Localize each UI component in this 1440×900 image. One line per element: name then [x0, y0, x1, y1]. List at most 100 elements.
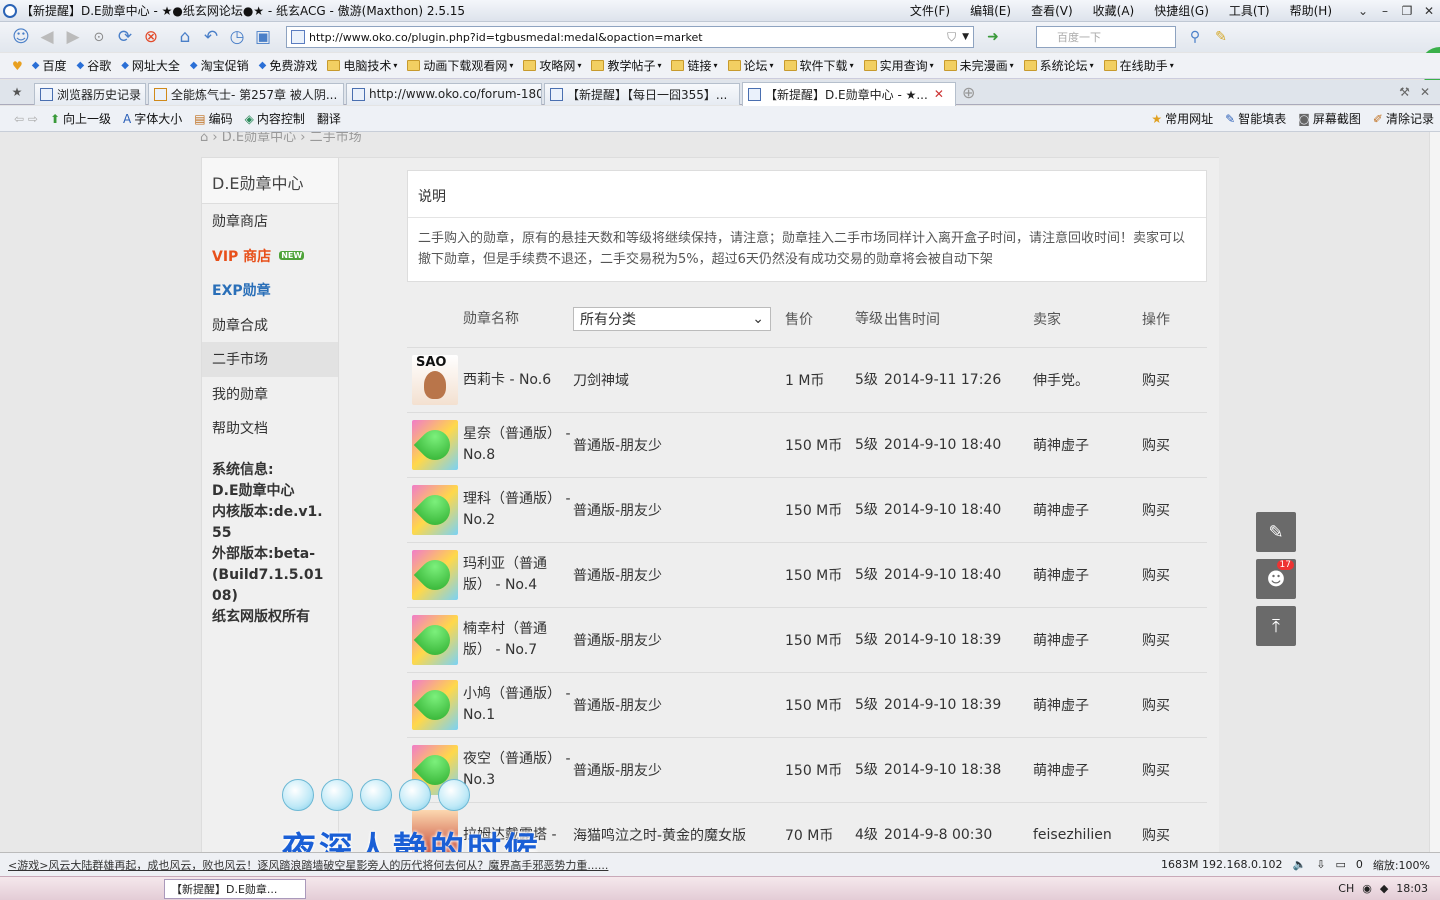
sidebar-item-vip[interactable]: VIP 商店 NEW — [202, 239, 338, 274]
menu-help[interactable]: 帮助(H) — [1280, 2, 1342, 19]
url-text[interactable]: http://www.oko.co/plugin.php?id=tgbusmed… — [309, 31, 941, 44]
bookmark-0[interactable]: ◆ 百度 — [27, 57, 72, 74]
bookmark-7[interactable]: 攻略网 ▾ — [518, 57, 586, 74]
forward-icon[interactable]: ▶ — [60, 24, 86, 50]
bookmark-4[interactable]: ◆ 免费游戏 — [254, 57, 323, 74]
star-icon[interactable]: ★ — [0, 85, 34, 99]
tab-forum[interactable]: http://www.oko.co/forum-180-1... — [346, 82, 542, 105]
seller-name[interactable]: 伸手党。 — [1033, 370, 1142, 390]
seller-name[interactable]: 萌神虚子 — [1033, 695, 1142, 715]
sidebar-item-my-medals[interactable]: 我的勋章 — [202, 377, 338, 412]
security-icon[interactable]: ◆ — [1380, 882, 1388, 895]
medal-icon[interactable] — [412, 550, 458, 600]
taskbar-window-button[interactable]: 【新提醒】D.E勋章... — [164, 878, 306, 899]
refresh-icon[interactable]: ⟳ — [112, 24, 138, 50]
tab-medal-center[interactable]: 【新提醒】D.E勋章中心 - ★... ✕ — [742, 81, 956, 106]
screenshot-button[interactable]: ◙ 屏幕截图 — [1292, 110, 1367, 127]
bookmark-12[interactable]: 实用查询 ▾ — [859, 57, 939, 74]
minimize-icon[interactable]: – — [1374, 2, 1396, 20]
chevron-down-icon[interactable]: ▼ — [962, 32, 969, 42]
common-sites-button[interactable]: ★ 常用网址 — [1145, 110, 1219, 127]
close-icon[interactable]: ✕ — [1420, 85, 1430, 99]
sidebar-item-shop[interactable]: 勋章商店 — [202, 204, 338, 239]
address-bar[interactable]: http://www.oko.co/plugin.php?id=tgbusmed… — [286, 26, 974, 48]
bookmark-10[interactable]: 论坛 ▾ — [723, 57, 779, 74]
bookmark-13[interactable]: 未完漫画 ▾ — [939, 57, 1019, 74]
tab-novel[interactable]: 全能炼气士- 第257章 被人阴... — [148, 82, 344, 105]
search-icon[interactable]: ⚲ — [1182, 24, 1208, 50]
buy-link[interactable]: 购买 — [1142, 435, 1202, 455]
bookmark-1[interactable]: ◆ 谷歌 — [71, 57, 116, 74]
go-icon[interactable]: ➜ — [980, 24, 1006, 50]
buy-link[interactable]: 购买 — [1142, 630, 1202, 650]
seller-name[interactable]: 萌神虚子 — [1033, 500, 1142, 520]
undo-icon[interactable]: ↶ — [198, 24, 224, 50]
volume-icon[interactable]: 🔈 — [1293, 858, 1307, 871]
bookmark-14[interactable]: 系统论坛 ▾ — [1019, 57, 1099, 74]
breadcrumb-medal-center[interactable]: D.E勋章中心 — [222, 132, 296, 145]
medal-icon[interactable] — [412, 355, 458, 405]
buy-link[interactable]: 购买 — [1142, 370, 1202, 390]
bookmark-15[interactable]: 在线助手 ▾ — [1099, 57, 1179, 74]
tab-daily[interactable]: 【新提醒】【每日一囧355】... — [544, 82, 740, 105]
download-icon[interactable]: ⇩ — [1316, 858, 1325, 871]
encoding-button[interactable]: ▤ 编码 — [188, 110, 238, 127]
home-icon[interactable]: ⌂ — [172, 24, 198, 50]
seller-name[interactable]: 萌神虚子 — [1033, 435, 1142, 455]
highlight-icon[interactable]: ✎ — [1208, 24, 1234, 50]
sidebar-item-exp[interactable]: EXP勋章 — [202, 273, 338, 308]
sidebar-item-market[interactable]: 二手市场 — [202, 342, 338, 377]
close-tab-icon[interactable]: ✕ — [934, 87, 944, 101]
user-messages-button[interactable]: ☻ 17 — [1256, 559, 1296, 599]
seller-name[interactable]: feisezhilien — [1033, 827, 1142, 843]
wrench-icon[interactable]: ⚒ — [1399, 85, 1410, 99]
bookmark-5[interactable]: 电脑技术 ▾ — [322, 57, 402, 74]
menu-groups[interactable]: 快捷组(G) — [1144, 2, 1219, 19]
new-tab-icon[interactable]: ⊕ — [962, 83, 975, 102]
network-icon[interactable]: ◉ — [1362, 882, 1372, 895]
medal-icon[interactable] — [412, 420, 458, 470]
medal-icon[interactable] — [412, 615, 458, 665]
bookmark-9[interactable]: 链接 ▾ — [666, 57, 722, 74]
menu-favorites[interactable]: 收藏(A) — [1083, 2, 1145, 19]
bookmark-8[interactable]: 教学帖子 ▾ — [586, 57, 666, 74]
screen-icon[interactable]: ▣ — [250, 24, 276, 50]
medal-icon[interactable] — [412, 485, 458, 535]
up-level-button[interactable]: ⬆ 向上一级 — [44, 110, 117, 127]
buy-link[interactable]: 购买 — [1142, 565, 1202, 585]
close-icon[interactable]: ✕ — [1418, 2, 1440, 20]
zoom-level[interactable]: 缩放:100% — [1373, 857, 1430, 873]
category-select[interactable]: 所有分类 ⌄ — [573, 307, 771, 331]
menu-file[interactable]: 文件(F) — [900, 2, 960, 19]
vertical-scrollbar[interactable] — [1429, 132, 1440, 852]
tab-history[interactable]: 浏览器历史记录 — [34, 82, 146, 105]
edit-post-button[interactable]: ✎ — [1256, 512, 1296, 552]
translate-button[interactable]: 翻译 — [311, 110, 347, 127]
clear-history-button[interactable]: ✐ 清除记录 — [1367, 110, 1440, 127]
ad-marquee[interactable]: <游戏>风云大陆群雄再起，成也风云，败也风云！逐风踏浪踏墙破空星影旁人的历代将何… — [8, 857, 678, 873]
search-input[interactable]: 百度一下 — [1036, 26, 1176, 48]
bookmark-6[interactable]: 动画下载观看网 ▾ — [402, 57, 518, 74]
favorites-heart-icon[interactable]: ♥ — [12, 59, 23, 73]
menu-tools[interactable]: 工具(T) — [1219, 2, 1280, 19]
shield-icon[interactable]: ⛉ — [947, 30, 956, 45]
bookmark-3[interactable]: ◆ 淘宝促销 — [185, 57, 254, 74]
sidebar-item-compose[interactable]: 勋章合成 — [202, 308, 338, 343]
stop-icon[interactable]: ⊗ — [138, 24, 164, 50]
seller-name[interactable]: 萌神虚子 — [1033, 565, 1142, 585]
user-icon[interactable]: ☺ — [8, 24, 34, 50]
back-to-top-button[interactable]: ⤒ — [1256, 606, 1296, 646]
seller-name[interactable]: 萌神虚子 — [1033, 630, 1142, 650]
content-control-button[interactable]: ◈ 内容控制 — [239, 110, 311, 127]
buy-link[interactable]: 购买 — [1142, 695, 1202, 715]
ime-indicator[interactable]: CH — [1338, 882, 1354, 895]
seller-name[interactable]: 萌神虚子 — [1033, 760, 1142, 780]
autofill-button[interactable]: ✎ 智能填表 — [1219, 110, 1292, 127]
buy-link[interactable]: 购买 — [1142, 760, 1202, 780]
chevron-down-icon[interactable]: ⌄ — [1352, 2, 1374, 20]
history-dropdown-icon[interactable]: ⊙ — [86, 24, 112, 50]
menu-view[interactable]: 查看(V) — [1021, 2, 1083, 19]
menu-edit[interactable]: 编辑(E) — [960, 2, 1021, 19]
home-icon[interactable]: ⌂ — [200, 132, 208, 145]
bookmark-2[interactable]: ◆ 网址大全 — [116, 57, 185, 74]
